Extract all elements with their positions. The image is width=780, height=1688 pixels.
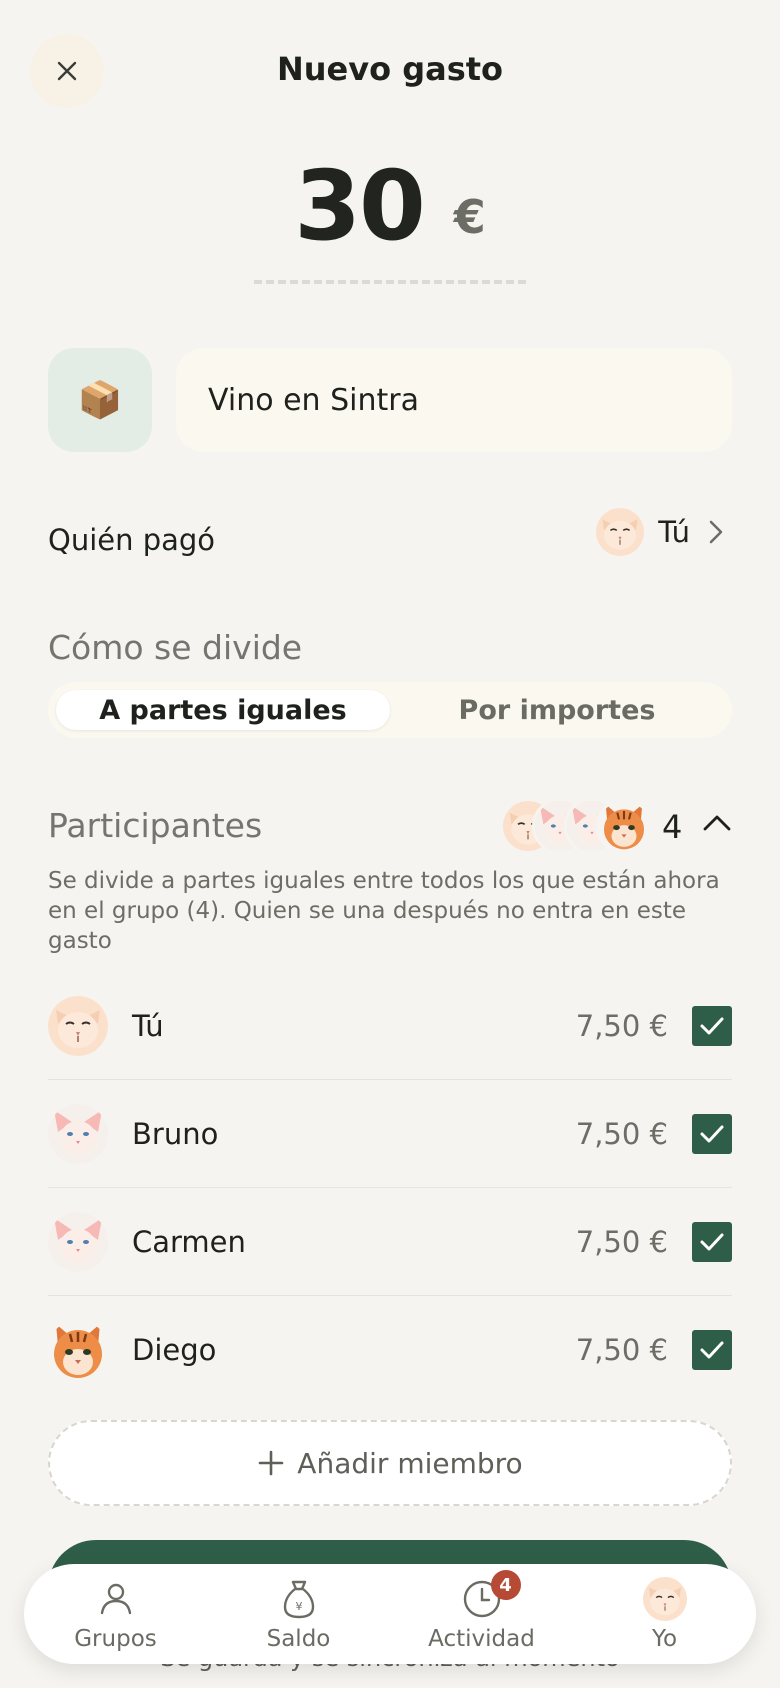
notification-badge: 4 <box>490 1570 521 1600</box>
member-amount: 7,50 € <box>575 1116 668 1151</box>
member-name: Tú <box>132 1008 164 1043</box>
page-title: Nuevo gasto <box>276 50 504 88</box>
users-icon <box>100 1583 131 1615</box>
list-item[interactable]: Carmen 7,50 € <box>48 1188 732 1296</box>
avatar <box>596 798 652 854</box>
member-checkbox[interactable] <box>692 1330 732 1370</box>
nav-label: Saldo <box>266 1626 331 1652</box>
avatar <box>643 1577 687 1621</box>
plus-icon <box>258 1450 284 1476</box>
participants-description: Se divide a partes iguales entre todos l… <box>48 868 720 954</box>
nav-label: Grupos <box>74 1626 157 1652</box>
split-label: Cómo se divide <box>48 628 303 667</box>
avatar <box>48 1212 108 1272</box>
description-value: Vino en Sintra <box>208 382 419 418</box>
amount-value: 30 <box>294 150 426 262</box>
member-name: Diego <box>132 1333 217 1367</box>
payer-name: Tú <box>658 515 690 549</box>
participants-count: 4 <box>662 808 683 846</box>
participants-avatar-stack[interactable] <box>500 798 652 854</box>
list-item[interactable]: Tú 7,50 € <box>48 972 732 1080</box>
nav-item-balance[interactable]: ¥ Saldo <box>214 1576 384 1652</box>
svg-text:¥: ¥ <box>295 1600 302 1613</box>
chevron-up-icon[interactable] <box>702 812 732 834</box>
split-equal-option[interactable]: A partes iguales <box>56 690 390 730</box>
participants-label: Participantes <box>48 806 263 845</box>
nav-label: Actividad <box>428 1626 535 1652</box>
nav-item-me[interactable]: Yo <box>580 1576 750 1652</box>
member-checkbox[interactable] <box>692 1113 732 1154</box>
member-checkbox[interactable] <box>692 1221 732 1262</box>
member-name: Bruno <box>132 1116 219 1151</box>
avatar <box>48 996 108 1056</box>
add-member-label: Añadir miembro <box>297 1446 523 1480</box>
avatar <box>48 1320 108 1380</box>
description-input[interactable]: Vino en Sintra <box>176 348 732 452</box>
split-amounts-option[interactable]: Por importes <box>390 690 724 730</box>
package-icon: 📦 <box>77 380 123 421</box>
category-button[interactable]: 📦 <box>48 348 152 452</box>
chevron-right-icon <box>709 520 723 544</box>
check-icon <box>700 1341 724 1359</box>
member-amount: 7,50 € <box>575 1008 668 1043</box>
member-amount: 7,50 € <box>575 1224 668 1259</box>
list-item[interactable]: Bruno 7,50 € <box>48 1080 732 1188</box>
list-item[interactable]: Diego 7,50 € <box>48 1296 732 1404</box>
member-checkbox[interactable] <box>692 1005 732 1046</box>
money-bag-icon: ¥ <box>283 1580 314 1619</box>
amount-display[interactable]: 30 € <box>0 150 780 262</box>
currency-symbol: € <box>453 190 486 244</box>
payer-selector[interactable]: Tú <box>596 508 724 556</box>
check-icon <box>700 1017 724 1034</box>
nav-item-groups[interactable]: Grupos <box>31 1576 201 1652</box>
check-icon <box>700 1125 724 1142</box>
member-name: Carmen <box>132 1224 246 1259</box>
nav-item-activity[interactable]: 4 Actividad <box>397 1570 567 1652</box>
avatar <box>596 508 644 556</box>
bottom-nav: Grupos ¥ Saldo 4 Actividad Yo <box>24 1564 756 1664</box>
check-icon <box>700 1233 724 1250</box>
amount-underline <box>254 280 526 284</box>
nav-label: Yo <box>651 1626 678 1652</box>
member-amount: 7,50 € <box>575 1333 668 1367</box>
split-mode-toggle: A partes iguales Por importes <box>48 682 732 738</box>
avatar <box>48 1104 108 1164</box>
add-member-button[interactable]: Añadir miembro <box>48 1420 732 1506</box>
payer-label: Quién pagó <box>48 523 216 557</box>
